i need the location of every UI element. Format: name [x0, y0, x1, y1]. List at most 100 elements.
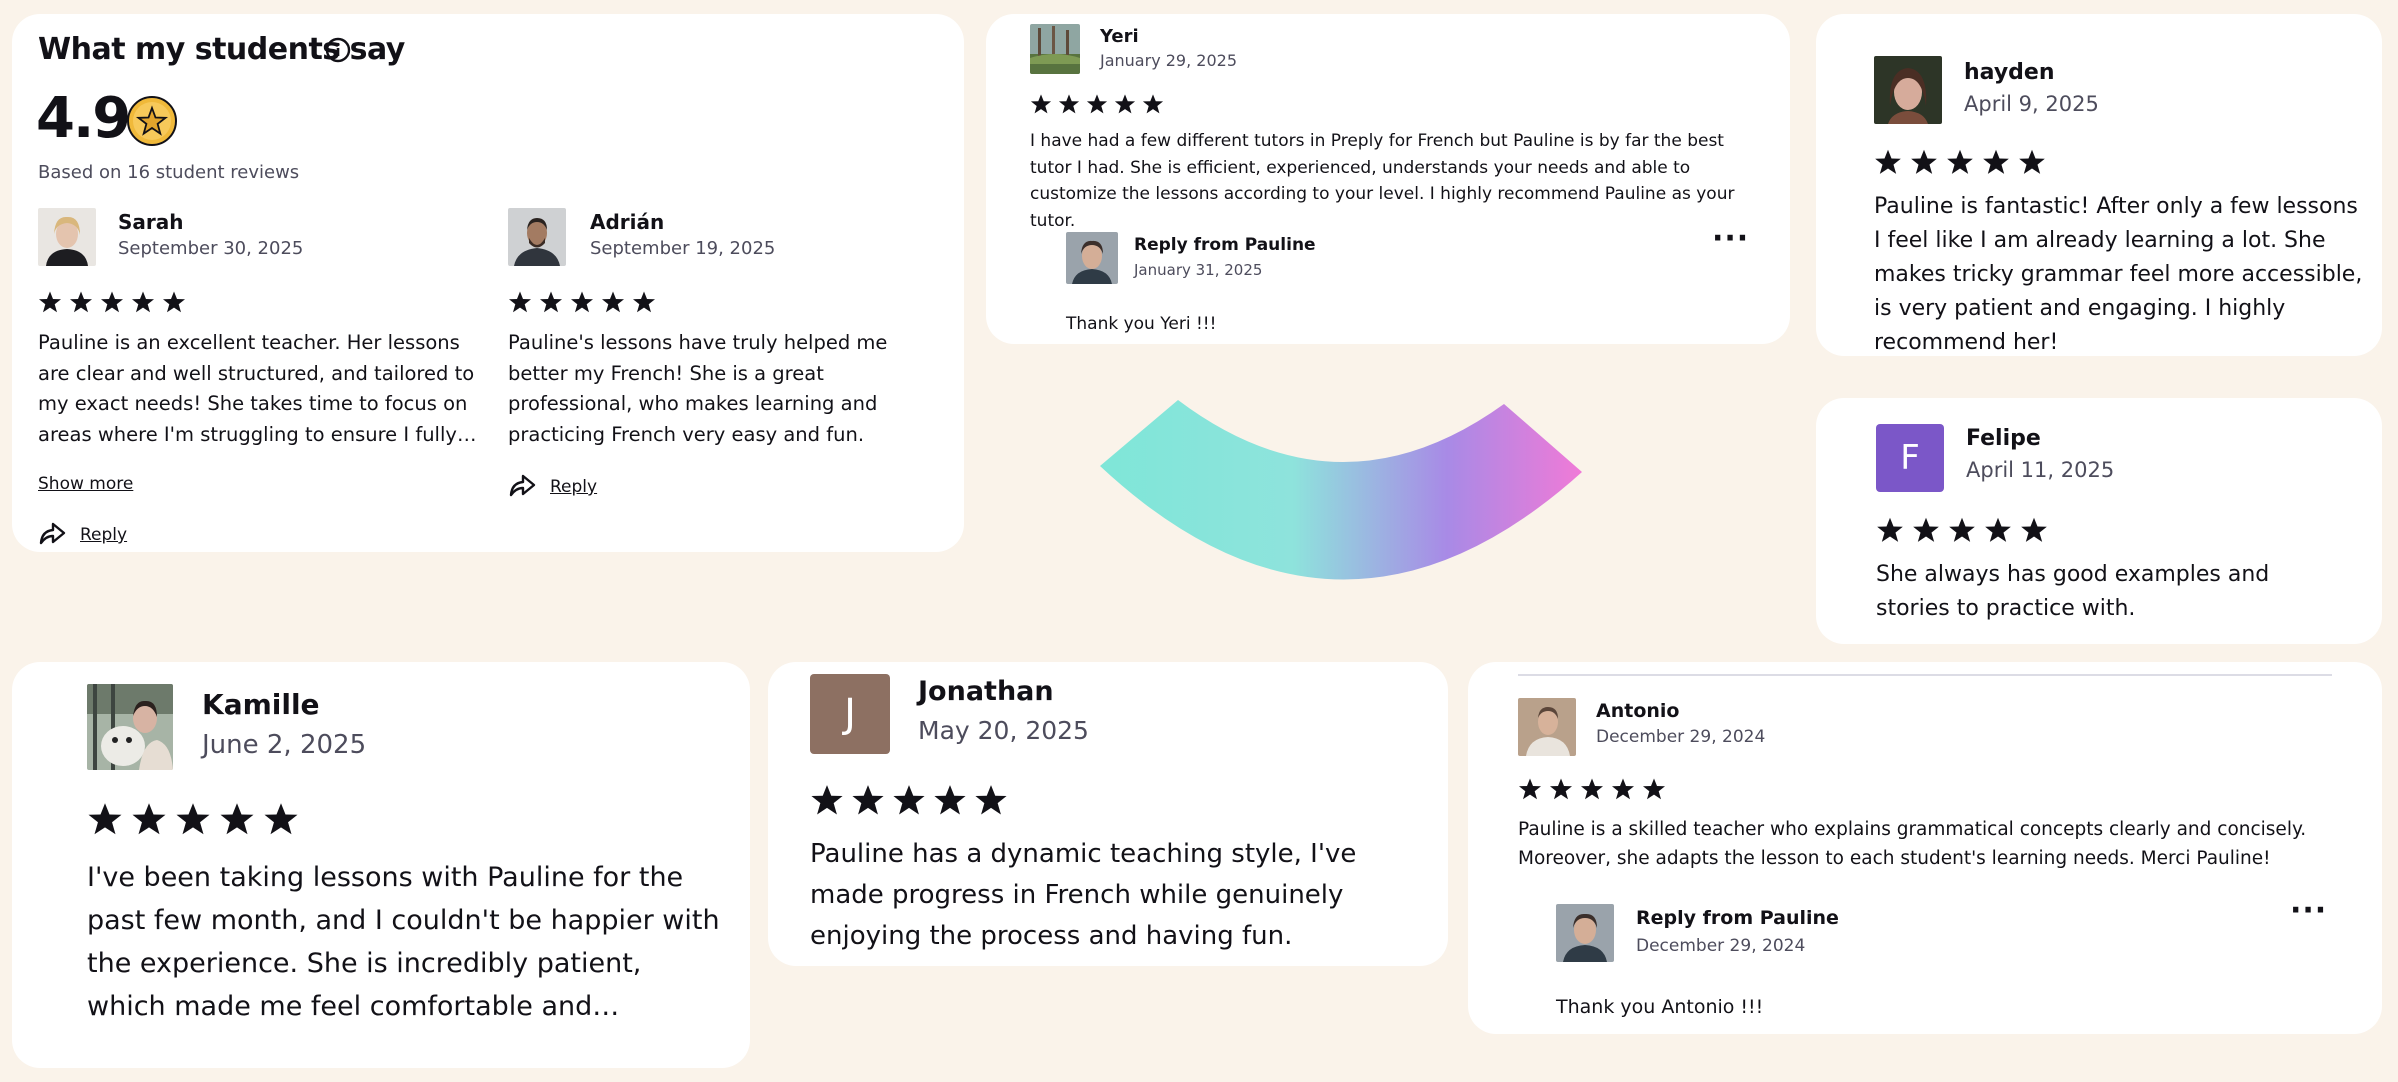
- star-icon: [2019, 149, 2045, 174]
- star-icon: [811, 785, 843, 815]
- overall-rating: 4.9: [36, 86, 131, 151]
- avatar: [1518, 698, 1576, 756]
- reply-button[interactable]: Reply: [508, 472, 597, 502]
- review-date: April 9, 2025: [1964, 92, 2099, 116]
- reply-text: Thank you Antonio !!!: [1556, 996, 1764, 1018]
- star-badge-icon: [126, 95, 178, 147]
- star-rating: [1518, 777, 1666, 801]
- review-card-antonio: Antonio December 29, 2024 Pauline is a s…: [1468, 662, 2382, 1034]
- reviewer-name: Felipe: [1966, 426, 2041, 451]
- star-rating: [508, 290, 656, 314]
- reply-arrow-icon: [508, 472, 536, 502]
- reply-text: Thank you Yeri !!!: [1066, 314, 1217, 334]
- star-icon: [1949, 517, 1975, 542]
- review-date: June 2, 2025: [202, 730, 367, 760]
- show-more-link[interactable]: Show more: [38, 474, 133, 494]
- reply-date: December 29, 2024: [1636, 936, 1806, 956]
- star-icon: [1550, 778, 1572, 800]
- reply-arrow-icon: [38, 520, 66, 550]
- star-rating: [38, 290, 186, 314]
- star-rating: [1876, 516, 2048, 544]
- star-icon: [176, 803, 210, 835]
- star-icon: [88, 803, 122, 835]
- star-icon: [70, 291, 92, 313]
- avatar-initial: F: [1876, 424, 1944, 492]
- star-icon: [540, 291, 562, 313]
- review-text: Pauline is a skilled teacher who explain…: [1518, 819, 2307, 869]
- review-card-jonathan: J Jonathan May 20, 2025 Pauline has a dy…: [768, 662, 1448, 966]
- star-rating: [1874, 148, 2046, 176]
- reviewer-name: Antonio: [1596, 700, 1680, 722]
- star-icon: [509, 291, 531, 313]
- star-icon: [2021, 517, 2047, 542]
- star-icon: [264, 803, 298, 835]
- star-icon: [1985, 517, 2011, 542]
- star-icon: [1913, 517, 1939, 542]
- reviews-count: Based on 16 student reviews: [38, 162, 300, 183]
- review-card-felipe: F Felipe April 11, 2025 She always has g…: [1816, 398, 2382, 644]
- reply-label: Reply: [550, 477, 598, 497]
- star-icon: [1643, 778, 1665, 800]
- divider: [1518, 674, 2332, 676]
- avatar: [1874, 56, 1942, 124]
- review-text: Pauline has a dynamic teaching style, I'…: [810, 839, 1357, 951]
- review-date: April 11, 2025: [1966, 458, 2115, 482]
- star-icon: [975, 785, 1007, 815]
- reviewer-name: Kamille: [202, 688, 320, 721]
- reply-label: Reply: [80, 525, 128, 545]
- review-text: Pauline is fantastic! After only a few l…: [1874, 194, 2363, 355]
- reviewer-name: hayden: [1964, 60, 2055, 85]
- review-date: December 29, 2024: [1596, 727, 1766, 747]
- review-text: She always has good examples and stories…: [1876, 562, 2270, 621]
- star-icon: [633, 291, 655, 313]
- reply-avatar: [1556, 904, 1614, 962]
- avatar: [1030, 24, 1080, 74]
- star-icon: [1947, 149, 1973, 174]
- review-text: Pauline's lessons have truly helped me b…: [508, 331, 888, 446]
- star-icon: [1877, 517, 1903, 542]
- star-icon: [220, 803, 254, 835]
- star-icon: [1142, 94, 1164, 114]
- star-icon: [934, 785, 966, 815]
- star-rating: [87, 801, 299, 837]
- star-rating: [810, 783, 1008, 817]
- review-date: May 20, 2025: [918, 716, 1089, 745]
- info-icon[interactable]: [324, 36, 352, 64]
- avatar: [508, 208, 566, 266]
- review-text: I've been taking lessons with Pauline fo…: [87, 862, 720, 1022]
- avatar-initial: J: [810, 674, 890, 754]
- star-icon: [1875, 149, 1901, 174]
- review-card-kamille: Kamille June 2, 2025 I've been taking le…: [12, 662, 750, 1068]
- star-icon: [893, 785, 925, 815]
- reviewer-name: Yeri: [1100, 26, 1139, 47]
- reviewer-name: Jonathan: [918, 676, 1054, 707]
- avatar: [87, 684, 173, 770]
- star-icon: [1086, 94, 1108, 114]
- star-icon: [163, 291, 185, 313]
- star-icon: [1058, 94, 1080, 114]
- review-card-yeri: Yeri January 29, 2025 I have had a few d…: [986, 14, 1790, 344]
- star-icon: [571, 291, 593, 313]
- star-icon: [1983, 149, 2009, 174]
- review-card-hayden: hayden April 9, 2025 Pauline is fantasti…: [1816, 14, 2382, 356]
- reply-title: Reply from Pauline: [1134, 235, 1316, 255]
- star-icon: [852, 785, 884, 815]
- avatar: [38, 208, 96, 266]
- star-icon: [1030, 94, 1052, 114]
- more-options-icon[interactable]: ···: [2290, 896, 2327, 926]
- star-icon: [1581, 778, 1603, 800]
- star-rating: [1030, 93, 1164, 115]
- star-icon: [1911, 149, 1937, 174]
- star-icon: [602, 291, 624, 313]
- decorative-arc: [1090, 390, 1590, 590]
- reply-date: January 31, 2025: [1134, 261, 1263, 279]
- reply-button[interactable]: Reply: [38, 520, 127, 550]
- star-icon: [132, 803, 166, 835]
- star-icon: [1519, 778, 1541, 800]
- summary-card: What my students say 4.9 Based on 16 stu…: [12, 14, 964, 552]
- review-text: I have had a few different tutors in Pre…: [1030, 131, 1735, 231]
- reply-avatar: [1066, 232, 1118, 284]
- star-icon: [1114, 94, 1136, 114]
- more-options-icon[interactable]: ···: [1712, 224, 1749, 254]
- reply-title: Reply from Pauline: [1636, 907, 1839, 929]
